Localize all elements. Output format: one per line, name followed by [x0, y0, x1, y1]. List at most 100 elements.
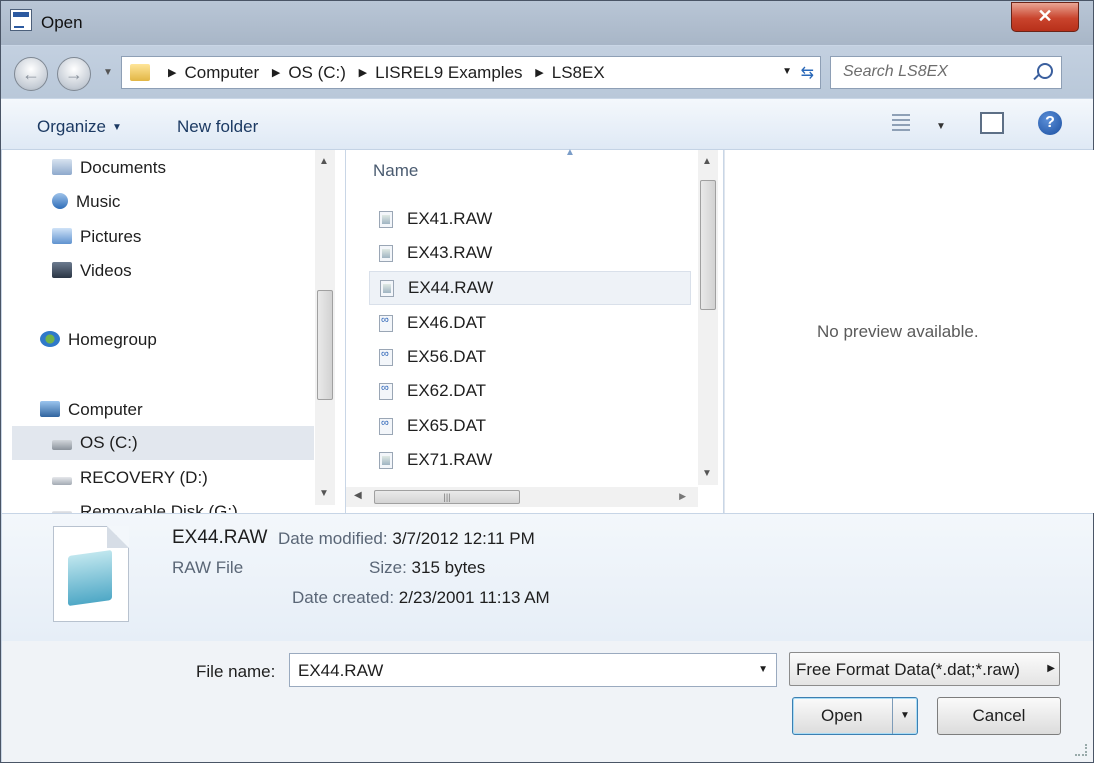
nav-item-label: Videos	[80, 261, 132, 280]
computer-icon	[40, 401, 60, 417]
search-icon[interactable]	[1037, 63, 1053, 79]
nav-item-pictures[interactable]: Pictures	[52, 227, 141, 247]
search-input[interactable]	[841, 62, 1025, 82]
open-options-dropdown[interactable]: ▼	[892, 698, 917, 734]
file-name: EX44.RAW	[408, 278, 494, 297]
preview-message: No preview available.	[817, 322, 979, 341]
scroll-right-icon[interactable]: ▶	[679, 491, 686, 502]
file-item[interactable]: EX56.DAT	[369, 341, 691, 375]
address-dropdown-icon[interactable]: ▼	[782, 66, 792, 77]
file-name: EX65.DAT	[407, 416, 487, 435]
nav-item-videos[interactable]: Videos	[52, 261, 132, 281]
command-bar	[1, 99, 1093, 150]
cancel-button[interactable]: Cancel	[937, 697, 1061, 735]
nav-item-label: OS (C:)	[80, 433, 138, 452]
documents-icon	[52, 159, 72, 175]
music-icon	[52, 193, 68, 209]
new-folder-button[interactable]: New folder	[177, 117, 258, 137]
nav-item-os-c[interactable]: OS (C:)	[12, 426, 314, 460]
details-filetype: RAW File	[172, 558, 244, 577]
scroll-thumb[interactable]	[700, 180, 716, 310]
navigation-pane: Documents Music Pictures Videos Homegrou…	[2, 150, 345, 513]
nav-item-label: Computer	[68, 400, 143, 419]
forward-arrow-icon: →	[65, 64, 83, 84]
preview-pane: No preview available.	[724, 150, 1094, 513]
back-button[interactable]: ←	[14, 57, 48, 91]
breadcrumb-separator-icon: ▶	[358, 67, 368, 79]
scroll-thumb[interactable]	[317, 290, 333, 400]
refresh-icon[interactable]: ⇆	[801, 63, 814, 83]
nav-item-music[interactable]: Music	[52, 192, 120, 212]
breadcrumb-current[interactable]: LS8EX	[552, 63, 605, 82]
file-name-input[interactable]	[296, 660, 740, 682]
recent-locations-dropdown[interactable]: ▼	[103, 67, 113, 78]
drive-icon	[52, 477, 72, 485]
scroll-down-icon[interactable]: ▼	[702, 468, 712, 479]
file-name: EX46.DAT	[407, 313, 487, 332]
open-button[interactable]: Open ▼	[792, 697, 918, 735]
file-item[interactable]: EX41.RAW	[369, 203, 691, 237]
change-view-icon[interactable]	[892, 114, 910, 132]
file-list-hscrollbar[interactable]: ◀ ||| ▶	[346, 487, 698, 507]
help-icon[interactable]: ?	[1038, 111, 1062, 135]
nav-item-documents[interactable]: Documents	[52, 158, 166, 178]
file-name: EX56.DAT	[407, 347, 487, 366]
scroll-thumb[interactable]: |||	[374, 490, 520, 504]
sort-ascending-icon: ▲	[565, 147, 575, 158]
file-name-combobox: ▼	[289, 653, 777, 687]
forward-button[interactable]: →	[57, 57, 91, 91]
raw-file-icon	[379, 452, 393, 469]
dat-file-icon	[379, 382, 393, 400]
scroll-up-icon[interactable]: ▲	[319, 156, 329, 167]
file-item-selected[interactable]: EX44.RAW	[369, 271, 691, 305]
scroll-left-icon[interactable]: ◀	[354, 490, 362, 501]
nav-item-removable-g[interactable]: Removable Disk (G:)	[52, 502, 238, 513]
dat-file-icon	[379, 348, 393, 366]
videos-icon	[52, 262, 72, 278]
file-item[interactable]: EX62.DAT	[369, 375, 691, 409]
modified-label: Date modified:	[278, 529, 388, 548]
breadcrumb-examples[interactable]: LISREL9 Examples	[375, 63, 522, 82]
file-item[interactable]: EX65.DAT	[369, 410, 691, 444]
resize-grip[interactable]	[1075, 744, 1087, 756]
file-type-filter[interactable]: Free Format Data(*.dat;*.raw) ▶	[789, 652, 1060, 686]
file-name: EX62.DAT	[407, 381, 487, 400]
address-bar[interactable]: ▶ Computer ▶ OS (C:) ▶ LISREL9 Examples ▶ LS…	[121, 56, 821, 89]
modified-value: 3/7/2012 12:11 PM	[392, 529, 535, 548]
nav-item-recovery-d[interactable]: RECOVERY (D:)	[52, 468, 208, 488]
organize-label: Organize	[37, 117, 106, 136]
breadcrumb-drive[interactable]: OS (C:)	[288, 63, 346, 82]
created-value: 2/23/2001 11:13 AM	[398, 588, 550, 607]
file-name: EX41.RAW	[407, 209, 493, 228]
scroll-down-icon[interactable]: ▼	[319, 488, 329, 499]
breadcrumb-computer[interactable]: Computer	[184, 63, 259, 82]
scroll-up-icon[interactable]: ▲	[702, 156, 712, 167]
column-header-name[interactable]: Name	[373, 161, 418, 181]
nav-item-homegroup[interactable]: Homegroup	[40, 330, 157, 350]
breadcrumb: ▶ Computer ▶ OS (C:) ▶ LISREL9 Examples ▶ LS…	[160, 63, 605, 83]
nav-item-label: Documents	[80, 158, 166, 177]
details-size: Size: 315 bytes	[369, 558, 485, 578]
nav-item-label: Music	[76, 192, 121, 211]
nav-item-label: Pictures	[80, 227, 142, 246]
chevron-down-icon[interactable]: ▼	[758, 664, 768, 675]
details-modified: Date modified: 3/7/2012 12:11 PM	[278, 529, 535, 549]
pictures-icon	[52, 228, 72, 244]
raw-file-icon	[380, 280, 394, 297]
file-item[interactable]: EX43.RAW	[369, 237, 691, 271]
view-options-dropdown[interactable]: ▼	[936, 121, 946, 132]
file-list-scrollbar[interactable]: ▲ ▼	[698, 150, 718, 485]
chevron-down-icon: ▼	[111, 122, 122, 133]
nav-item-computer[interactable]: Computer	[40, 400, 143, 420]
folder-icon	[130, 64, 150, 81]
back-arrow-icon: ←	[22, 64, 40, 84]
nav-pane-scrollbar[interactable]: ▲ ▼	[315, 150, 335, 505]
file-item[interactable]: EX71.RAW	[369, 444, 691, 478]
preview-pane-icon[interactable]	[980, 112, 1004, 134]
file-type-filter-label: Free Format Data(*.dat;*.raw)	[796, 660, 1020, 679]
close-button[interactable]: ✕	[1011, 2, 1079, 32]
organize-button[interactable]: Organize ▼	[37, 117, 122, 137]
file-item[interactable]: EX46.DAT	[369, 307, 691, 341]
app-icon	[10, 9, 32, 31]
title-bar: Open ✕	[1, 1, 1093, 45]
